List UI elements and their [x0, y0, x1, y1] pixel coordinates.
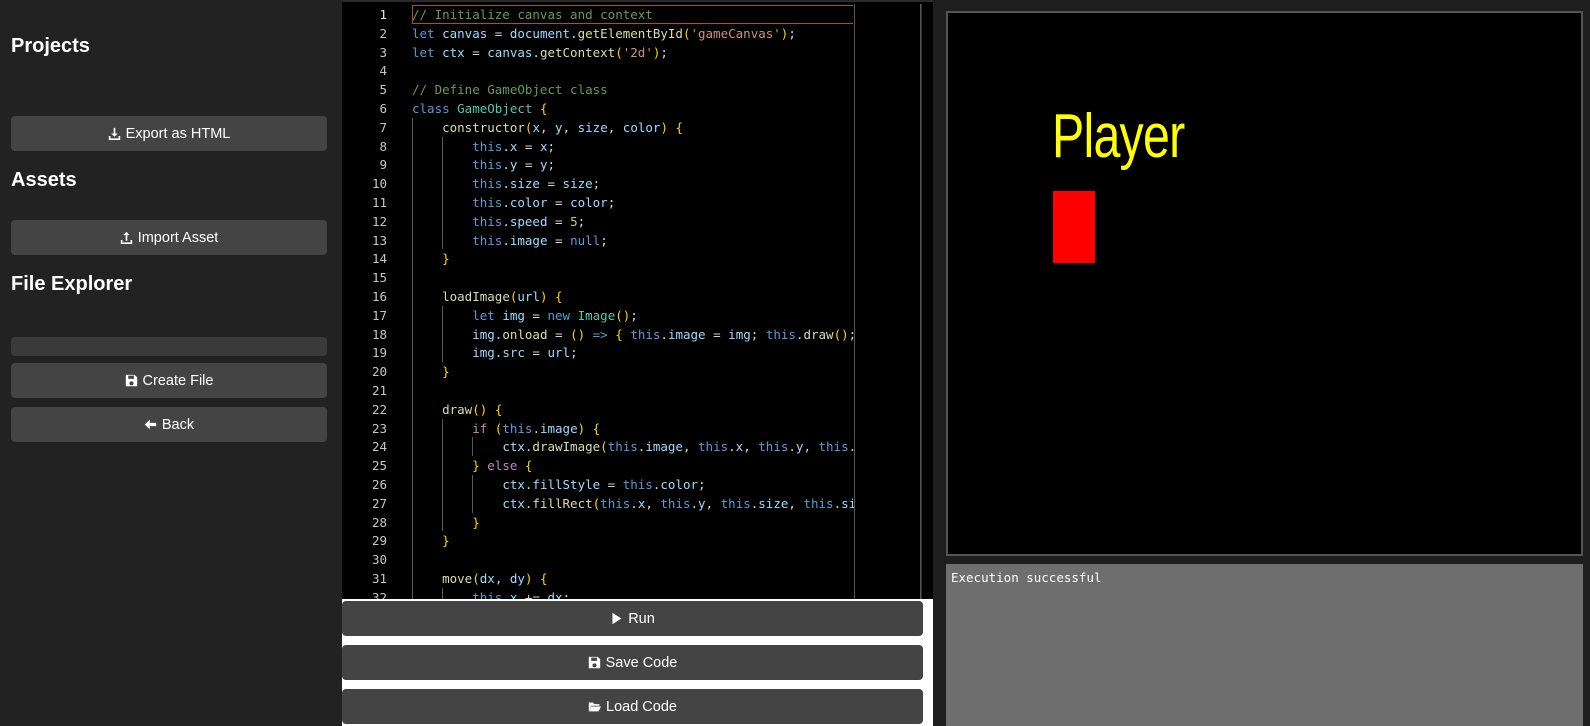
line-number: 17: [371, 307, 387, 323]
code-line[interactable]: this.speed = 5;: [412, 212, 585, 231]
line-number: 8: [379, 138, 387, 154]
file-explorer-heading: File Explorer: [11, 273, 133, 295]
back-label: Back: [161, 416, 195, 433]
projects-heading: Projects: [11, 35, 90, 57]
import-asset-button[interactable]: Import Asset: [11, 220, 327, 255]
line-number: 6: [379, 101, 387, 116]
line-number: 1: [379, 7, 387, 22]
code-line[interactable]: } else {: [412, 456, 532, 475]
line-number: 12: [371, 213, 387, 229]
line-number: 31: [371, 571, 387, 586]
line-number: 3: [379, 44, 387, 60]
line-number: 4: [379, 63, 387, 79]
line-number: 14: [371, 251, 387, 267]
line-number: 16: [371, 289, 387, 304]
create-file-button[interactable]: Create File: [11, 363, 327, 398]
line-number: 30: [371, 552, 387, 568]
upload-icon: [120, 231, 132, 244]
code-line[interactable]: let ctx = canvas.getContext('2d');: [412, 43, 668, 62]
line-number: 10: [371, 176, 387, 192]
line-number: 26: [371, 477, 387, 492]
minimap[interactable]: [854, 4, 921, 599]
code-line[interactable]: // Initialize canvas and context: [412, 5, 653, 24]
console-message: Execution successful: [951, 570, 1102, 585]
code-line[interactable]: this.x = x;: [412, 137, 555, 156]
line-number: 24: [371, 439, 387, 455]
code-line[interactable]: this.size = size;: [412, 174, 600, 193]
code-line[interactable]: img.src = url;: [412, 343, 577, 362]
arrow-left-icon: [144, 419, 157, 430]
export-html-button[interactable]: Export as HTML: [11, 116, 327, 151]
export-html-label: Export as HTML: [125, 125, 231, 142]
preview-column: Player Execution successful: [933, 0, 1590, 726]
game-canvas[interactable]: Player: [946, 11, 1583, 556]
line-number: 7: [379, 119, 387, 135]
line-number: 27: [371, 495, 387, 511]
code-line[interactable]: constructor(x, y, size, color) {: [412, 118, 683, 137]
load-code-label: Load Code: [606, 698, 677, 715]
line-number: 21: [371, 383, 387, 398]
assets-heading: Assets: [11, 169, 77, 191]
code-line[interactable]: move(dx, dy) {: [412, 569, 547, 588]
download-icon: [108, 127, 120, 140]
folder-open-icon: [588, 702, 602, 712]
back-button[interactable]: Back: [11, 407, 327, 442]
code-line[interactable]: }: [412, 249, 450, 268]
run-button[interactable]: Run: [342, 601, 923, 636]
player-label: Player: [1052, 102, 1185, 171]
line-number: 9: [379, 157, 387, 173]
code-line[interactable]: let canvas = document.getElementById('ga…: [412, 24, 796, 43]
editor-scrollbar[interactable]: [921, 4, 933, 599]
create-file-label: Create File: [142, 372, 214, 389]
line-number: 20: [371, 364, 387, 380]
line-number: 29: [371, 533, 387, 549]
save-code-label: Save Code: [605, 654, 678, 671]
code-line[interactable]: // Define GameObject class: [412, 80, 608, 99]
line-number: 19: [371, 345, 387, 361]
line-number: 15: [371, 270, 387, 286]
line-number: 13: [371, 232, 387, 248]
load-code-button[interactable]: Load Code: [342, 689, 923, 724]
save-code-button[interactable]: Save Code: [342, 645, 923, 680]
line-number: 18: [371, 326, 387, 342]
code-line[interactable]: class GameObject {: [412, 99, 547, 118]
line-number: 32: [371, 589, 387, 599]
code-line[interactable]: }: [412, 513, 480, 532]
line-number: 25: [371, 458, 387, 474]
code-line[interactable]: }: [412, 531, 450, 550]
output-console: Execution successful: [946, 564, 1583, 726]
sidebar: Projects Export as HTML Assets Import As…: [0, 0, 342, 726]
code-editor[interactable]: 1 2 3 4 5 6 7 8 9 10 11 12 13 14 15 16 17 18 19 20 21 22 23 24 2…: [342, 0, 933, 599]
code-line[interactable]: img.onload = () => { this.image = img; t…: [412, 325, 879, 344]
code-line[interactable]: loadImage(url) {: [412, 287, 562, 306]
line-number: 28: [371, 514, 387, 530]
code-line[interactable]: draw() {: [412, 400, 502, 419]
line-number: 5: [379, 82, 387, 98]
code-line[interactable]: if (this.image) {: [412, 419, 600, 438]
run-label: Run: [628, 610, 655, 627]
code-line[interactable]: ctx.fillRect(this.x, this.y, this.size, …: [412, 494, 886, 513]
save-icon: [588, 656, 600, 669]
save-icon: [125, 374, 137, 387]
code-line[interactable]: this.color = color;: [412, 193, 615, 212]
code-line[interactable]: this.x += dx;: [412, 588, 570, 599]
file-list[interactable]: [11, 337, 327, 356]
code-line[interactable]: ctx.fillStyle = this.color;: [412, 475, 705, 494]
code-line[interactable]: this.image = null;: [412, 231, 608, 250]
import-asset-label: Import Asset: [137, 229, 219, 246]
line-number: 22: [371, 401, 387, 417]
player-sprite: [1053, 191, 1095, 263]
line-number: 11: [371, 195, 387, 210]
line-number: 23: [371, 420, 387, 436]
line-number: 2: [379, 25, 387, 41]
code-line[interactable]: }: [412, 362, 450, 381]
code-line[interactable]: let img = new Image();: [412, 306, 638, 325]
play-icon: [612, 612, 622, 625]
editor-column: 1 2 3 4 5 6 7 8 9 10 11 12 13 14 15 16 17 18 19 20 21 22 23 24 2…: [342, 0, 933, 726]
code-line[interactable]: this.y = y;: [412, 155, 555, 174]
